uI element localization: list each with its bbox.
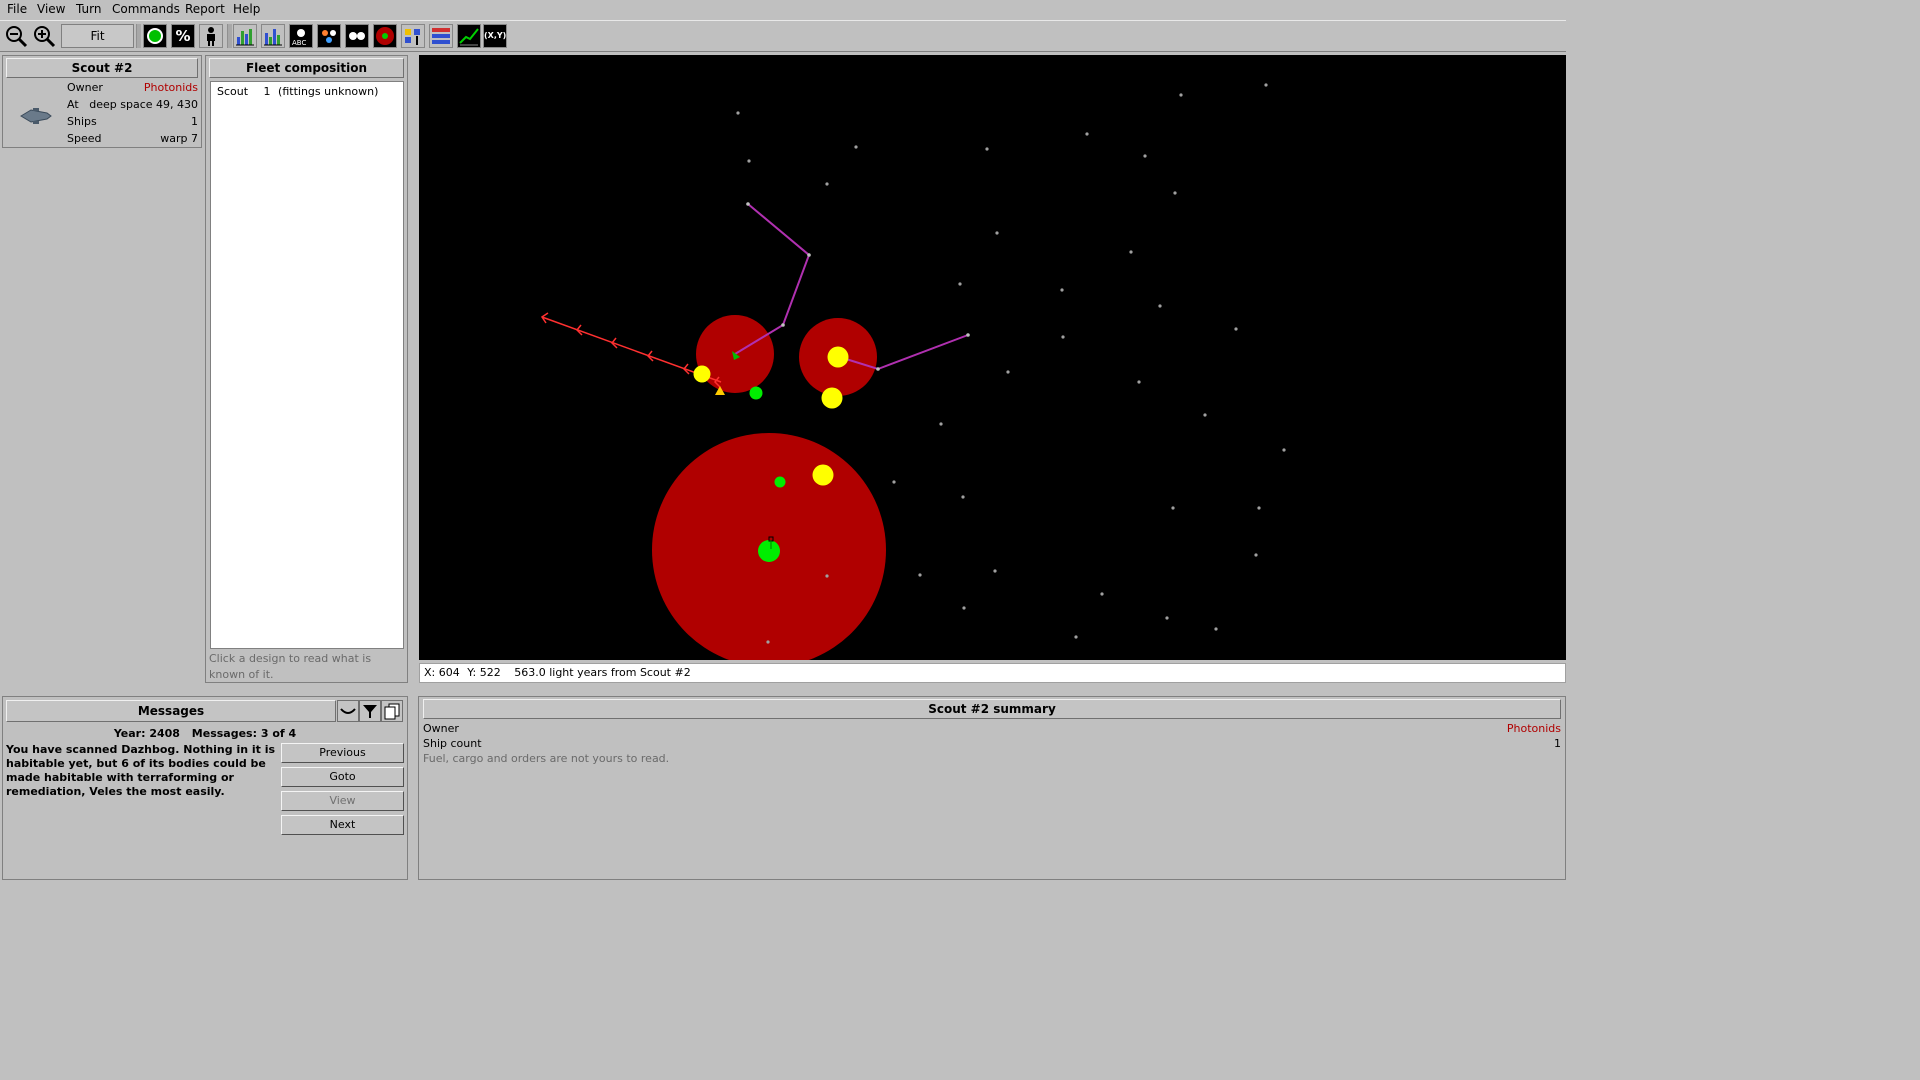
bar-chart-alt-icon[interactable] (261, 24, 285, 48)
green-planet (774, 476, 786, 488)
filter-icon[interactable] (359, 700, 381, 722)
yellow-star (821, 387, 843, 409)
x-value: 604 (438, 666, 460, 679)
star-map[interactable] (419, 55, 1566, 660)
message-text: You have scanned Dazhbog. Nothing in it … (6, 743, 276, 798)
distance-readout: 563.0 light years from Scout #2 (514, 666, 691, 679)
messages-panel: Messages Year: 2408 Messages: 3 of 4 You… (2, 696, 408, 880)
menu-commands[interactable]: Commands (112, 2, 180, 16)
speed-label: Speed (67, 132, 102, 145)
list-icon[interactable] (429, 24, 453, 48)
composition-list[interactable]: Scout 1 (fittings unknown) (210, 81, 404, 649)
year-value: 2408 (149, 727, 180, 740)
ships-value: 1 (191, 115, 198, 128)
location-label: At (67, 98, 79, 111)
green-planet (758, 540, 780, 562)
summary-title: Scout #2 summary (423, 699, 1561, 719)
zoom-out-icon[interactable] (4, 24, 28, 48)
ship-count-value: 1 (1554, 737, 1561, 750)
bar-chart-icon[interactable] (233, 24, 257, 48)
summary-owner-label: Owner (423, 722, 459, 735)
next-button[interactable]: Next (281, 815, 404, 835)
fit-button[interactable]: Fit (61, 24, 134, 48)
y-label: Y: (467, 666, 477, 679)
speed-value: warp 7 (160, 132, 198, 145)
planet-view-icon[interactable] (143, 24, 167, 48)
y-value: 522 (479, 666, 501, 679)
messages-count-value: 3 of 4 (260, 727, 297, 740)
toolbar-separator (136, 24, 141, 48)
scout-ship-icon (19, 106, 53, 129)
scanner-range-icon[interactable] (373, 24, 397, 48)
summary-note: Fuel, cargo and orders are not yours to … (423, 752, 670, 765)
collapse-icon[interactable] (337, 700, 359, 722)
x-label: X: (424, 666, 436, 679)
green-planet (749, 386, 763, 400)
year-label: Year: (113, 727, 146, 740)
owner-value[interactable]: Photonids (144, 81, 198, 94)
composition-title: Fleet composition (209, 58, 404, 78)
owner-label: Owner (67, 81, 103, 94)
coordinates-button[interactable]: (X,Y) (483, 24, 507, 48)
design-name: Scout (217, 85, 249, 98)
fleet-markers-icon[interactable] (401, 24, 425, 48)
zoom-in-icon[interactable] (32, 24, 56, 48)
fleet-title: Scout #2 (6, 58, 198, 78)
messages-count-label: Messages: (191, 727, 258, 740)
menu-help[interactable]: Help (233, 2, 260, 16)
names-icon[interactable]: ABC (289, 24, 313, 48)
message-counter: Year: 2408 Messages: 3 of 4 (3, 727, 407, 740)
menu-report[interactable]: Report (185, 2, 225, 16)
copy-icon[interactable] (381, 700, 403, 722)
view-button[interactable]: View (281, 791, 404, 811)
yellow-star (812, 464, 834, 486)
summary-panel: Scout #2 summary Owner Photonids Ship co… (418, 696, 1566, 880)
menu-bar: File View Turn Commands Report Help (0, 0, 1568, 19)
colored-planets-icon[interactable] (317, 24, 341, 48)
yellow-star (693, 365, 711, 383)
percent-icon[interactable]: % (171, 24, 195, 48)
summary-owner-value[interactable]: Photonids (1507, 722, 1561, 735)
goto-button[interactable]: Goto (281, 767, 404, 787)
location-value: deep space 49, 430 (89, 98, 198, 111)
toolbar: Fit % ABC (X,Y) (0, 20, 1566, 52)
line-chart-icon[interactable] (457, 24, 481, 48)
pair-planets-icon[interactable] (345, 24, 369, 48)
design-count: 1 (263, 85, 271, 98)
map-status-bar: X: 604 Y: 522 563.0 light years from Sco… (419, 663, 1566, 683)
menu-file[interactable]: File (7, 2, 27, 16)
list-item[interactable]: Scout 1 (fittings unknown) (217, 85, 378, 98)
messages-title: Messages (6, 700, 336, 722)
menu-turn[interactable]: Turn (76, 2, 101, 16)
design-note: (fittings unknown) (278, 85, 379, 98)
menu-view[interactable]: View (37, 2, 65, 16)
composition-hint: Click a design to read what is known of … (209, 652, 372, 681)
fleet-info-panel: Scout #2 Owner Photonids At deep space 4… (2, 55, 202, 148)
abc-label: ABC (292, 39, 306, 47)
toolbar-separator (227, 24, 232, 48)
ships-label: Ships (67, 115, 97, 128)
yellow-star (827, 346, 849, 368)
ship-count-label: Ship count (423, 737, 482, 750)
previous-button[interactable]: Previous (281, 743, 404, 763)
population-icon[interactable] (199, 24, 223, 48)
fleet-composition-panel: Fleet composition Scout 1 (fittings unkn… (205, 55, 408, 683)
